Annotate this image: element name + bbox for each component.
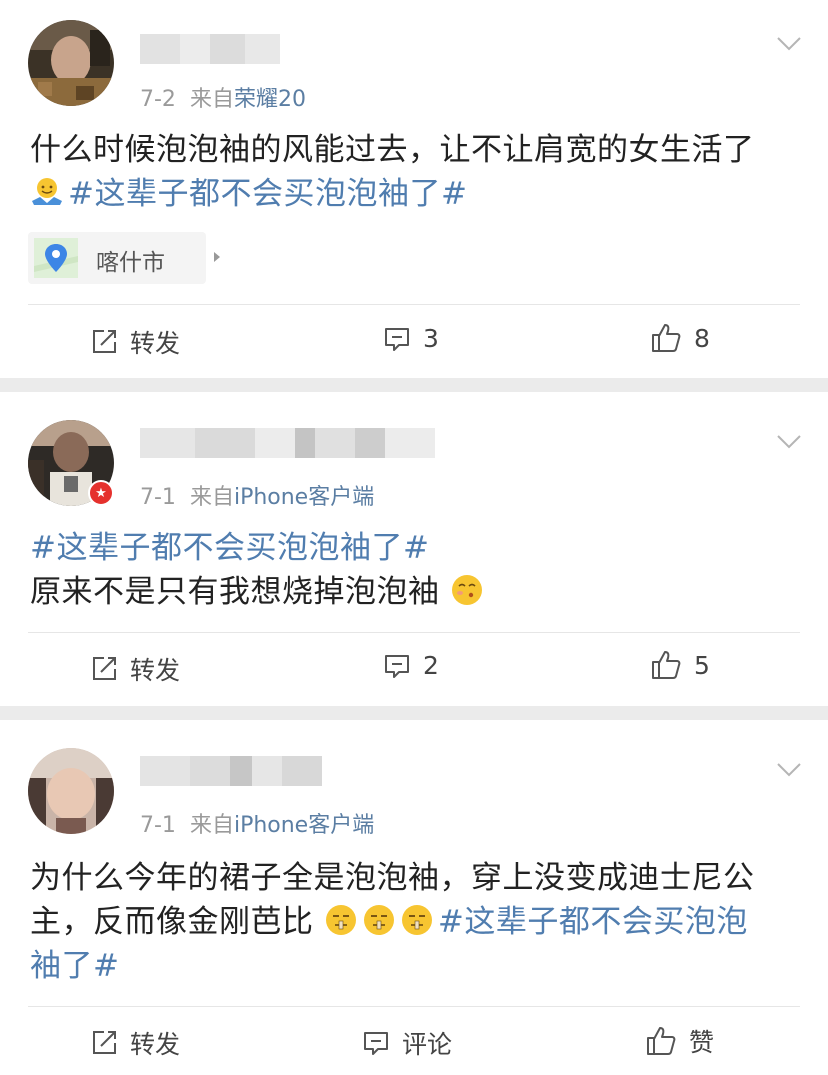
repost-icon [93, 657, 116, 680]
repost-label: 转发 [130, 329, 181, 358]
repost-icon [93, 330, 116, 353]
username-blurred[interactable] [140, 756, 322, 786]
comment-label: 评论 [402, 1030, 453, 1059]
post-text: 为什么今年的裙子全是泡泡袖，穿上没变成迪士尼公 主，反而像金刚芭比 #这辈子都不… [30, 856, 800, 988]
post-date: 7-2 [140, 87, 176, 112]
chevron-down-icon[interactable] [776, 762, 802, 778]
username-blurred[interactable] [140, 34, 280, 64]
topic-link[interactable]: #这辈子都不会买泡泡袖了# [30, 530, 429, 566]
post-date: 7-1 [140, 485, 176, 510]
like-count: 5 [694, 650, 710, 680]
post-meta: 7-1 来自iPhone客户端 [140, 479, 374, 511]
post-text: 什么时候泡泡袖的风能过去，让不让肩宽的女生活了 #这辈子都不会买泡泡袖了# [30, 128, 800, 216]
thumbs-up-icon [652, 324, 681, 352]
post-body: 原来不是只有我想烧掉泡泡袖 [30, 574, 440, 610]
repost-label: 转发 [130, 1030, 181, 1059]
divider [28, 1006, 800, 1007]
source-prefix: 来自 [189, 87, 234, 112]
location-tag[interactable]: 喀什市 [28, 232, 220, 284]
username-blurred[interactable] [140, 428, 435, 458]
weibo-post-2: ★ 7-1 来自iPhone客户端 #这辈子都不会买泡泡袖了# 原来不是只有我想… [0, 392, 828, 706]
verified-badge-icon: ★ [88, 480, 114, 506]
post-date: 7-1 [140, 813, 176, 838]
divider [28, 632, 800, 633]
like-count: 8 [694, 323, 710, 353]
thumbs-up-icon [647, 1027, 676, 1055]
like-button[interactable]: 赞 [645, 1023, 714, 1059]
post-body-line2: 主，反而像金刚芭比 [30, 904, 314, 940]
weibo-post-3: 7-1 来自iPhone客户端 为什么今年的裙子全是泡泡袖，穿上没变成迪士尼公 … [0, 720, 828, 1075]
post-source[interactable]: 荣耀20 [234, 87, 306, 112]
post-meta: 7-1 来自iPhone客户端 [140, 807, 374, 839]
repost-button[interactable]: 转发 [90, 1025, 180, 1061]
feed-separator [0, 378, 828, 392]
source-prefix: 来自 [189, 485, 234, 510]
topic-link[interactable]: #这辈子都不会买泡泡袖了# [68, 176, 467, 212]
chevron-down-icon[interactable] [776, 36, 802, 52]
post-meta: 7-2 来自荣耀20 [140, 81, 306, 113]
repost-icon [93, 1031, 116, 1054]
repost-label: 转发 [130, 656, 181, 685]
thumbs-up-icon [652, 651, 681, 679]
weibo-post-1: 7-2 来自荣耀20 什么时候泡泡袖的风能过去，让不让肩宽的女生活了 #这辈子都… [0, 0, 828, 378]
comment-icon [364, 1032, 388, 1055]
source-prefix: 来自 [189, 813, 234, 838]
location-text: 喀什市 [96, 250, 165, 276]
shh-emoji-icon [325, 905, 356, 935]
kiss-emoji-icon [451, 575, 482, 605]
post-source[interactable]: iPhone客户端 [234, 813, 374, 838]
feed-separator [0, 706, 828, 720]
comment-count: 2 [423, 651, 439, 680]
like-button[interactable]: 8 [650, 322, 710, 354]
post-source[interactable]: iPhone客户端 [234, 485, 374, 510]
post-body: 什么时候泡泡袖的风能过去，让不让肩宽的女生活了 [30, 132, 755, 168]
comment-button[interactable]: 2 [383, 651, 439, 680]
repost-button[interactable]: 转发 [90, 651, 180, 687]
shh-emoji-icon [363, 905, 394, 935]
comment-icon [385, 654, 409, 678]
avatar[interactable] [28, 20, 114, 106]
comment-button[interactable]: 3 [383, 324, 439, 353]
post-body-line1: 为什么今年的裙子全是泡泡袖，穿上没变成迪士尼公 [30, 860, 755, 896]
comment-count: 3 [423, 324, 439, 353]
location-pin-icon [34, 238, 78, 278]
topic-link-part1[interactable]: #这辈子都不会买泡泡 [438, 904, 748, 940]
avatar[interactable] [28, 748, 114, 834]
chevron-down-icon[interactable] [776, 434, 802, 450]
comment-button[interactable]: 评论 [362, 1025, 452, 1061]
like-label: 赞 [689, 1028, 715, 1057]
like-button[interactable]: 5 [650, 649, 710, 681]
divider [28, 304, 800, 305]
post-text: #这辈子都不会买泡泡袖了# 原来不是只有我想烧掉泡泡袖 [30, 526, 800, 614]
comment-icon [385, 327, 409, 351]
shrug-emoji-icon [32, 178, 62, 205]
topic-link-part2[interactable]: 袖了# [30, 948, 119, 984]
shh-emoji-icon [401, 905, 432, 935]
location-arrow-icon [214, 252, 220, 262]
repost-button[interactable]: 转发 [90, 324, 180, 360]
